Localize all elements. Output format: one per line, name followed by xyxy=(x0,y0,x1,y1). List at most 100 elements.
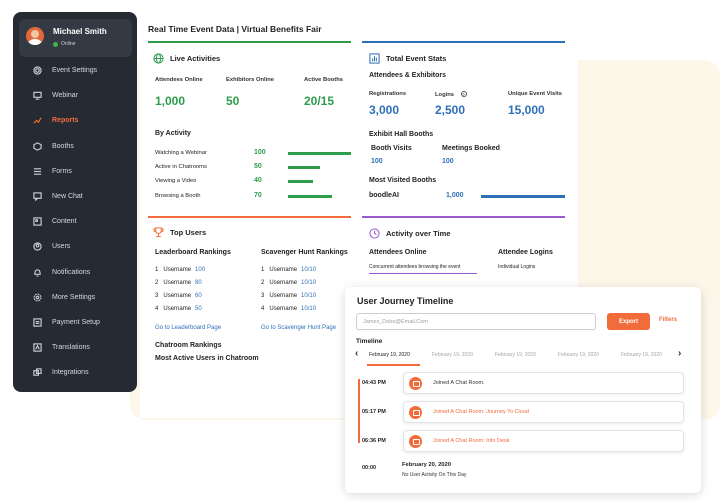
date-item[interactable]: February 19, 2020 xyxy=(558,352,599,358)
sidebar-item-integrations[interactable]: Integrations xyxy=(13,360,137,385)
sidebar-item-payment-setup[interactable]: Payment Setup xyxy=(13,310,137,335)
attendees-online-underline xyxy=(369,273,477,274)
leaderboard-row: 1 Username 100 xyxy=(155,267,206,273)
activity-label: Watching a Webinar xyxy=(155,150,207,156)
unique-visits-label: Unique Event Visits xyxy=(508,91,563,97)
by-activity-title: By Activity xyxy=(155,130,191,137)
scavenger-row: 1 Username 10/10 xyxy=(261,267,317,273)
info-icon: ? xyxy=(460,91,467,97)
scavenger-link[interactable]: Go to Scavenger Hunt Page xyxy=(261,325,336,331)
avatar xyxy=(26,27,44,45)
leaderboard-row: 2 Username 80 xyxy=(155,280,202,286)
activity-label: Viewing a Video xyxy=(155,178,197,184)
sidebar: Michael Smith Online Event Settings Webi… xyxy=(13,12,137,392)
total-stats-header: Total Event Stats xyxy=(369,53,446,64)
sidebar-nav: Event Settings Webinar Reports Booths Fo… xyxy=(13,58,137,385)
booth-icon xyxy=(31,141,43,151)
empty-message: No User Activity On This Day xyxy=(402,472,467,478)
chatroom-rankings-title: Chatroom Rankings xyxy=(155,342,222,349)
chevron-right-icon[interactable]: › xyxy=(678,348,681,359)
forms-icon xyxy=(31,167,43,176)
payment-icon xyxy=(31,318,43,327)
date-item[interactable]: February 19, 2020 xyxy=(369,352,410,358)
user-status: Online xyxy=(53,41,75,47)
meetings-booked-label: Meetings Booked xyxy=(442,145,500,152)
online-dot-icon xyxy=(53,41,58,47)
empty-date: February 20, 2020 xyxy=(402,462,451,468)
sidebar-item-more-settings[interactable]: More Settings xyxy=(13,285,137,310)
sidebar-item-reports[interactable]: Reports xyxy=(13,108,137,133)
date-item[interactable]: February 19, 2020 xyxy=(432,352,473,358)
sidebar-item-forms[interactable]: Forms xyxy=(13,159,137,184)
attendees-exhibitors-title: Attendees & Exhibitors xyxy=(369,72,447,79)
clock-icon xyxy=(369,228,380,239)
translate-icon xyxy=(31,343,43,352)
event-time: 04:43 PM xyxy=(362,380,386,386)
bar-chart-icon xyxy=(369,53,380,64)
export-button[interactable]: Export xyxy=(607,313,650,330)
user-name: Michael Smith xyxy=(53,27,107,36)
scavenger-row: 2 Username 10/10 xyxy=(261,280,317,286)
chevron-left-icon[interactable]: ‹ xyxy=(355,348,358,359)
top-users-divider xyxy=(148,216,351,218)
exhibitors-online-label: Exhibitors Online xyxy=(226,77,274,83)
leaderboard-title: Leaderboard Rankings xyxy=(155,249,231,256)
user-card[interactable]: Michael Smith Online xyxy=(19,19,132,57)
sidebar-item-new-chat[interactable]: New Chat xyxy=(13,184,137,209)
sidebar-item-notifications[interactable]: Notifications xyxy=(13,260,137,285)
globe-icon xyxy=(153,53,164,64)
date-item[interactable]: February 19, 2020 xyxy=(621,352,662,358)
activity-value: 100 xyxy=(254,149,266,156)
chatroom-rankings-subtitle: Most Active Users in Chatroom xyxy=(155,355,259,362)
attendee-logins-title: Attendee Logins xyxy=(498,249,553,256)
timeline-subtitle: Timeline xyxy=(356,338,383,345)
activity-bar xyxy=(288,152,351,155)
live-activities-header: Live Activities xyxy=(153,53,220,64)
activity-over-time-divider xyxy=(362,216,565,218)
attendees-online-value: 1,000 xyxy=(155,94,186,108)
leaderboard-link[interactable]: Go to Leaderboard Page xyxy=(155,325,221,331)
most-visited-value: 1,000 xyxy=(446,192,464,199)
timeline-event[interactable]: Joined A Chat Room: Info Desk xyxy=(403,430,684,452)
sidebar-item-users[interactable]: Users xyxy=(13,234,137,259)
sidebar-item-translations[interactable]: Translations xyxy=(13,335,137,360)
activity-value: 50 xyxy=(254,163,262,170)
attendees-online-chart-title: Attendees Online xyxy=(369,249,427,256)
logins-value: 2,500 xyxy=(435,103,466,117)
activity-bar xyxy=(288,195,333,198)
monitor-icon xyxy=(31,91,43,100)
active-booths-value: 20/15 xyxy=(304,94,335,108)
active-booths-label: Active Booths xyxy=(304,77,343,83)
leaderboard-row: 3 Username 60 xyxy=(155,293,202,299)
chat-bubble-icon xyxy=(409,435,422,448)
email-search-input[interactable]: James_Debo@Email.Com xyxy=(356,313,596,330)
activity-label: Active in Chatrooms xyxy=(155,164,207,170)
registrations-label: Registrations xyxy=(369,91,407,97)
chart-icon xyxy=(31,116,43,125)
settings-icon xyxy=(31,293,43,302)
activity-bar xyxy=(288,180,314,183)
booth-visits-label: Booth Visits xyxy=(371,145,412,152)
sidebar-item-event-settings[interactable]: Event Settings xyxy=(13,58,137,83)
timeline-event[interactable]: Joined A Chat Room: Journey To Cloud xyxy=(403,401,684,423)
event-text: Joined A Chat Room. xyxy=(433,380,485,386)
activity-label: Browsing a Booth xyxy=(155,193,201,199)
activity-value: 40 xyxy=(254,177,262,184)
sidebar-item-webinar[interactable]: Webinar xyxy=(13,83,137,108)
live-activities-divider xyxy=(148,41,351,43)
timeline-title: User Journey Timeline xyxy=(357,296,454,306)
sidebar-item-content[interactable]: Content xyxy=(13,209,137,234)
scavenger-row: 3 Username 10/10 xyxy=(261,293,317,299)
meetings-booked-value: 100 xyxy=(442,158,454,165)
date-item[interactable]: February 19, 2020 xyxy=(495,352,536,358)
empty-time: 00:00 xyxy=(362,465,377,471)
bell-icon xyxy=(31,268,43,277)
filters-link[interactable]: Filters xyxy=(659,317,677,323)
chat-bubble-icon xyxy=(409,377,422,390)
date-strip: ‹ February 19, 2020 February 19, 2020 Fe… xyxy=(355,348,695,366)
scavenger-row: 4 Username 10/10 xyxy=(261,306,317,312)
trophy-icon xyxy=(153,227,164,238)
scavenger-title: Scavenger Hunt Rankings xyxy=(261,249,348,256)
sidebar-item-booths[interactable]: Booths xyxy=(13,134,137,159)
timeline-event[interactable]: Joined A Chat Room. xyxy=(403,372,684,394)
